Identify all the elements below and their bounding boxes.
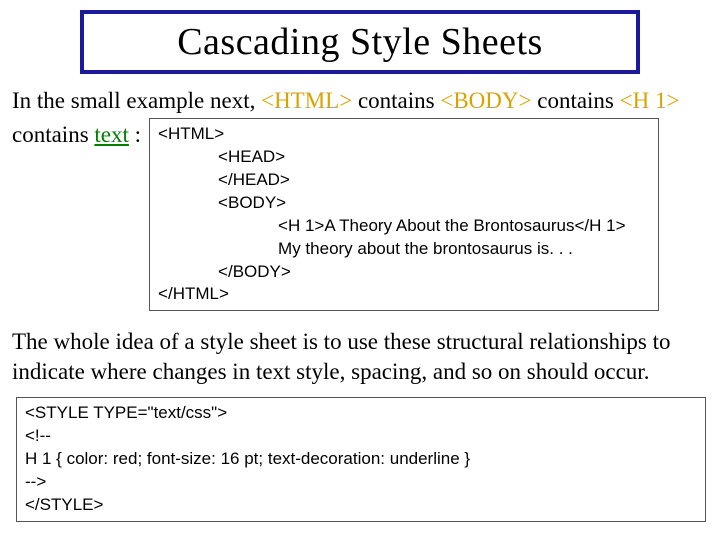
intro-line-2-row: contains text : <HTML> <HEAD> </HEAD> <B… bbox=[12, 118, 708, 322]
code-line: <HEAD> bbox=[158, 146, 650, 169]
code-example-html: <HTML> <HEAD> </HEAD> <BODY> <H 1>A Theo… bbox=[149, 118, 659, 312]
code-line: --> bbox=[25, 471, 697, 494]
code-line: </HTML> bbox=[158, 283, 650, 306]
code-line: <BODY> bbox=[158, 192, 650, 215]
code-line: H 1 { color: red; font-size: 16 pt; text… bbox=[25, 448, 697, 471]
code-line: <H 1>A Theory About the Brontosaurus</H … bbox=[158, 215, 650, 238]
code-line: </BODY> bbox=[158, 261, 650, 284]
code-line: <!-- bbox=[25, 425, 697, 448]
intro-line-1: In the small example next, <HTML> contai… bbox=[12, 86, 708, 116]
intro-text: contains bbox=[352, 88, 440, 113]
code-line: <STYLE TYPE="text/css"> bbox=[25, 402, 697, 425]
intro-text: contains bbox=[12, 122, 94, 147]
tag-body: <BODY> bbox=[440, 88, 531, 113]
title-box: Cascading Style Sheets bbox=[80, 10, 640, 74]
tag-h1: <H 1> bbox=[620, 88, 680, 113]
code-line: </HEAD> bbox=[158, 169, 650, 192]
intro-line-2: contains text : bbox=[12, 118, 141, 150]
code-example-style: <STYLE TYPE="text/css"> <!-- H 1 { color… bbox=[16, 397, 706, 522]
code-line: </STYLE> bbox=[25, 494, 697, 517]
tag-html: <HTML> bbox=[261, 88, 352, 113]
body-paragraph: The whole idea of a style sheet is to us… bbox=[12, 327, 708, 387]
keyword-text: text bbox=[94, 122, 129, 147]
code-line: <HTML> bbox=[158, 123, 650, 146]
page-title: Cascading Style Sheets bbox=[94, 20, 626, 64]
intro-text: contains bbox=[531, 88, 619, 113]
intro-text: : bbox=[129, 122, 141, 147]
intro-text: In the small example next, bbox=[12, 88, 261, 113]
code-line: My theory about the brontosaurus is. . . bbox=[158, 238, 650, 261]
